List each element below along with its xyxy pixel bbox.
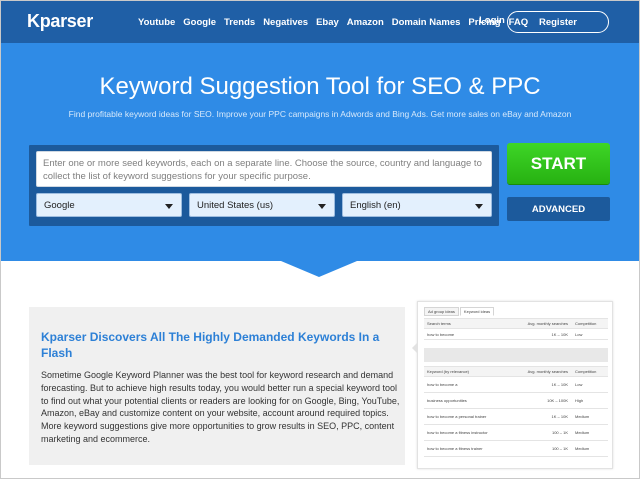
nav-links: Youtube Google Trends Negatives Ebay Ama… xyxy=(138,1,536,43)
table-cell: how to become xyxy=(427,331,455,337)
callout-arrow xyxy=(412,342,418,354)
table-cell: 1K – 10K xyxy=(551,331,568,337)
nav-link-trends[interactable]: Trends xyxy=(224,17,255,28)
table-cell: Medium xyxy=(575,446,590,451)
top-navbar: Kparser Youtube Google Trends Negatives … xyxy=(1,1,639,43)
table-cell: how to become a xyxy=(427,382,458,387)
screenshot-tab-keyword-ideas: Keyword ideas xyxy=(459,307,495,316)
nav-link-amazon[interactable]: Amazon xyxy=(347,17,384,28)
table-cell: Low xyxy=(575,331,583,337)
table-cell: 1K – 10K xyxy=(551,382,568,387)
table-header-row: Search terms Avg. monthly searches Compe… xyxy=(424,318,608,329)
country-select[interactable]: United States (us) xyxy=(189,193,335,217)
nav-link-google[interactable]: Google xyxy=(183,17,216,28)
login-link[interactable]: Login xyxy=(479,15,505,26)
page-title: Keyword Suggestion Tool for SEO & PPC xyxy=(99,73,541,100)
start-button[interactable]: START xyxy=(507,143,610,184)
table-row: business opportunities 10K – 100K High xyxy=(424,393,608,409)
hero-pointer xyxy=(281,261,357,277)
nav-link-ebay[interactable]: Ebay xyxy=(316,17,339,28)
chevron-down-icon xyxy=(475,204,483,209)
chevron-down-icon xyxy=(318,204,326,209)
column-header: Competition xyxy=(575,321,597,326)
nav-link-youtube[interactable]: Youtube xyxy=(138,17,175,28)
hero-section: Keyword Suggestion Tool for SEO & PPC Fi… xyxy=(1,43,639,261)
column-header: Search terms xyxy=(427,321,451,326)
feature-box: Kparser Discovers All The Highly Demande… xyxy=(29,307,405,465)
table-cell: 10K – 100K xyxy=(547,398,568,403)
page: Kparser Youtube Google Trends Negatives … xyxy=(0,0,640,479)
keyword-planner-screenshot: Ad group ideas Keyword ideas Search term… xyxy=(412,301,613,469)
source-select-value: Google xyxy=(44,199,75,211)
screenshot-tabs: Ad group ideas Keyword ideas xyxy=(424,307,495,316)
screenshot-tab-ad-group: Ad group ideas xyxy=(424,307,459,316)
table-cell: 100 – 1K xyxy=(551,446,568,451)
search-panel: Enter one or more seed keywords, each on… xyxy=(29,145,499,226)
table-row: how to become a 1K – 10K Low xyxy=(424,377,608,393)
chevron-down-icon xyxy=(165,204,173,209)
language-select-value: English (en) xyxy=(350,199,401,211)
feature-title: Kparser Discovers All The Highly Demande… xyxy=(41,330,380,360)
country-select-value: United States (us) xyxy=(197,199,274,211)
table-cell: High xyxy=(575,398,584,403)
table-row: how to become a fitness instructor 100 –… xyxy=(424,425,608,441)
screenshot-divider xyxy=(424,348,608,362)
table-cell: Medium xyxy=(575,414,590,419)
logo[interactable]: Kparser xyxy=(27,11,93,32)
table-cell: Medium xyxy=(575,430,590,435)
nav-link-domain-names[interactable]: Domain Names xyxy=(392,17,461,28)
table-row: how to become a fitness trainer 100 – 1K… xyxy=(424,441,608,457)
feature-text: Sometime Google Keyword Planner was the … xyxy=(41,370,400,444)
table-cell: how to become a fitness trainer xyxy=(427,446,483,451)
keywords-input[interactable]: Enter one or more seed keywords, each on… xyxy=(36,151,492,187)
table-cell: business opportunities xyxy=(427,398,467,403)
register-button[interactable]: Register xyxy=(507,11,609,33)
table-cell: 1K – 10K xyxy=(551,414,568,419)
source-select[interactable]: Google xyxy=(36,193,182,217)
table-row: how to become a personal trainer 1K – 10… xyxy=(424,409,608,425)
table-cell: how to become a personal trainer xyxy=(427,414,487,419)
table-header-row: Keyword (by relevance) Avg. monthly sear… xyxy=(424,366,608,377)
column-header: Avg. monthly searches xyxy=(527,369,568,374)
table-cell: how to become a fitness instructor xyxy=(427,430,488,435)
column-header: Avg. monthly searches xyxy=(527,321,568,326)
table-row: how to become 1K – 10K Low xyxy=(424,329,608,340)
screenshot-keyword-table: Keyword (by relevance) Avg. monthly sear… xyxy=(424,366,608,457)
table-cell: 100 – 1K xyxy=(551,430,568,435)
screenshot-search-terms-table: Search terms Avg. monthly searches Compe… xyxy=(424,318,608,340)
nav-link-negatives[interactable]: Negatives xyxy=(263,17,308,28)
advanced-button[interactable]: ADVANCED xyxy=(507,197,610,221)
table-cell: Low xyxy=(575,382,583,387)
hero-subtitle: Find profitable keyword ideas for SEO. I… xyxy=(68,109,572,119)
column-header: Competition xyxy=(575,369,597,374)
language-select[interactable]: English (en) xyxy=(342,193,492,217)
column-header: Keyword (by relevance) xyxy=(427,369,470,374)
